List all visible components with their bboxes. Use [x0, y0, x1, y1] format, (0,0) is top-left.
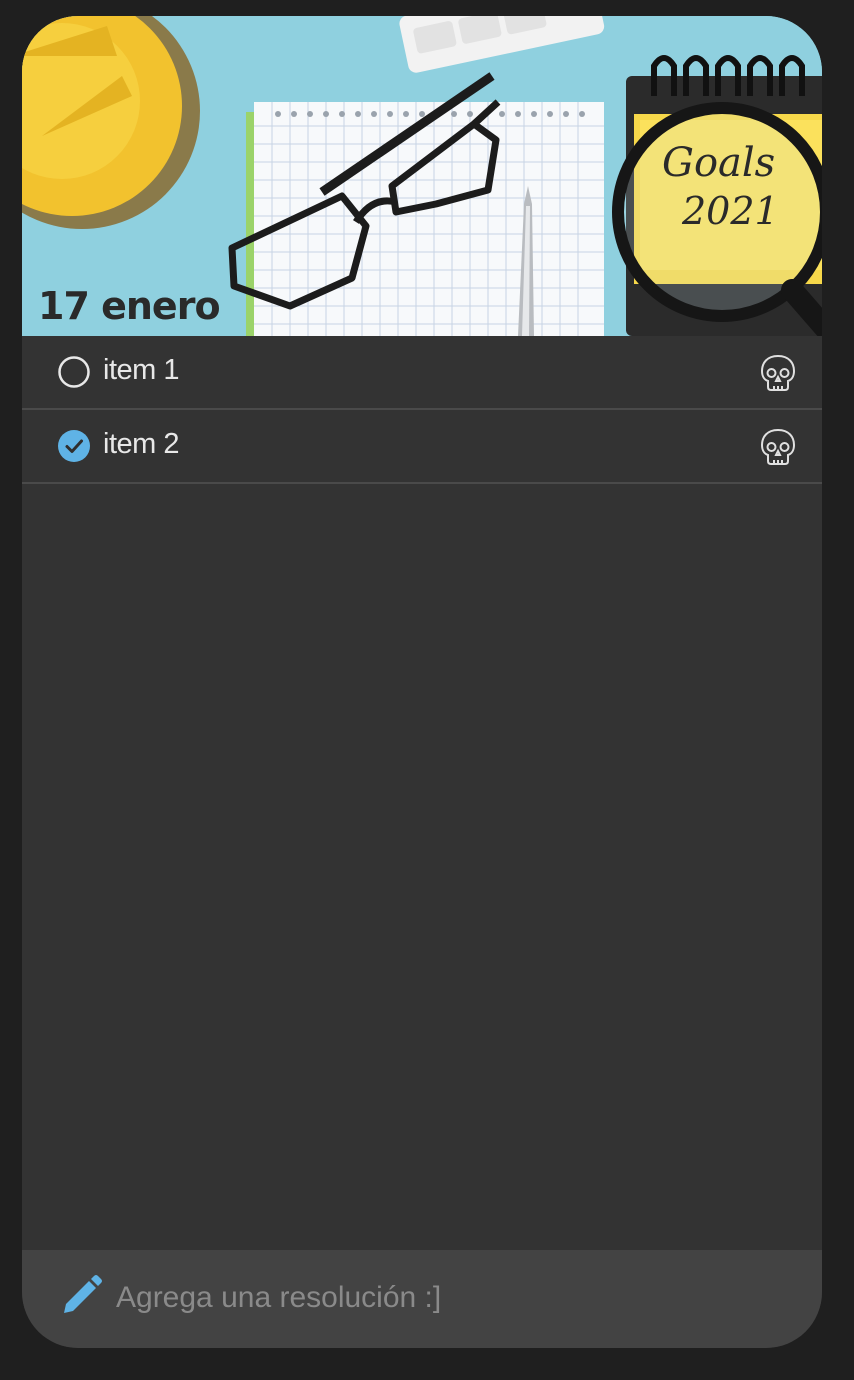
todo-card: Goals 2021 17 enero item 1 item 2 Agrega…	[22, 16, 822, 1348]
checked-circle-icon[interactable]	[58, 430, 90, 462]
todo-list: item 1 item 2	[22, 336, 822, 484]
list-item: item 1	[22, 336, 822, 410]
item-label: item 2	[103, 428, 179, 460]
note-text-goals: Goals	[662, 140, 775, 186]
pencil-icon	[60, 1275, 102, 1317]
unchecked-circle-icon[interactable]	[58, 356, 90, 388]
new-item-bar	[22, 1250, 822, 1348]
skull-icon[interactable]	[759, 427, 797, 467]
item-label: item 1	[103, 354, 179, 386]
skull-icon[interactable]	[759, 353, 797, 393]
date-title: 17 enero	[38, 284, 221, 328]
note-text-year: 2021	[681, 189, 779, 233]
header-image: Goals 2021 17 enero	[22, 16, 822, 336]
new-resolution-input[interactable]	[116, 1274, 776, 1322]
list-item: item 2	[22, 410, 822, 484]
